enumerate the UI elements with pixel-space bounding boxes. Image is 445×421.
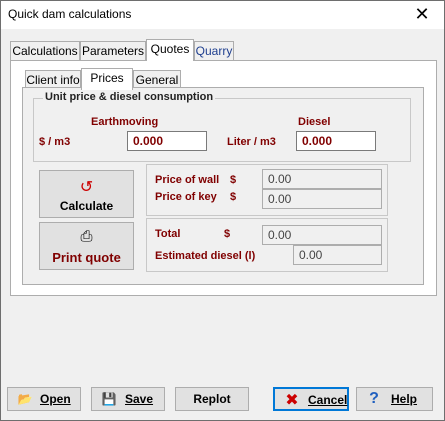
tab-parameters[interactable]: Parameters — [80, 41, 146, 60]
tab-quotes[interactable]: Quotes — [146, 39, 194, 61]
price-of-key-currency: $ — [230, 191, 237, 203]
price-of-wall-value: 0.00 — [262, 169, 382, 189]
prices-panel: Unit price & diesel consumption Earthmov… — [22, 87, 424, 285]
total-value: 0.00 — [262, 225, 382, 245]
window-title: Quick dam calculations — [8, 7, 132, 21]
diesel-unit-label: Liter / m3 — [227, 136, 276, 148]
help-button[interactable]: ? Help — [356, 387, 433, 411]
save-label: Save — [125, 392, 154, 406]
tab-calculations[interactable]: Calculations — [10, 41, 80, 60]
open-label: Open — [40, 392, 71, 406]
unit-price-group-title: Unit price & diesel consumption — [43, 91, 216, 103]
print-quote-button[interactable]: ⎙ Print quote — [39, 222, 134, 270]
cancel-button[interactable]: ✖ Cancel — [273, 387, 349, 411]
calculate-button[interactable]: ↺ Calculate — [39, 170, 134, 218]
earthmoving-price-input[interactable]: 0.000 — [127, 131, 207, 151]
tab-quarry[interactable]: Quarry — [194, 41, 234, 60]
diesel-header: Diesel — [298, 116, 331, 128]
open-button[interactable]: 📂 Open — [7, 387, 81, 411]
help-question-icon: ? — [369, 390, 379, 407]
close-icon[interactable]: ✕ — [400, 1, 444, 29]
folder-open-icon: 📂 — [17, 392, 33, 406]
total-results-box: Total $ 0.00 Estimated diesel (l) 0.00 — [146, 218, 388, 272]
title-bar: Quick dam calculations ✕ — [1, 1, 444, 29]
cancel-label: Cancel — [308, 393, 348, 407]
save-button[interactable]: 💾 Save — [91, 387, 165, 411]
quotes-panel: Client info Prices General Unit price & … — [10, 60, 437, 296]
earthmoving-header: Earthmoving — [91, 116, 159, 128]
dialog-window: Quick dam calculations ✕ Calculations Pa… — [0, 0, 445, 421]
cancel-x-icon: ✖ — [285, 390, 299, 409]
help-label: Help — [391, 392, 418, 406]
unit-price-group: Unit price & diesel consumption Earthmov… — [33, 91, 411, 162]
calculate-label: Calculate — [59, 199, 114, 213]
total-label: Total — [155, 228, 181, 240]
price-of-wall-label: Price of wall — [155, 174, 220, 186]
save-icon: 💾 — [101, 392, 117, 406]
price-of-wall-currency: $ — [230, 174, 237, 186]
print-quote-label: Print quote — [52, 250, 121, 265]
price-of-key-value: 0.00 — [262, 189, 382, 209]
calculate-icon: ↺ — [79, 177, 94, 196]
price-results-box: Price of wall $ 0.00 Price of key $ 0.00 — [146, 164, 388, 216]
total-currency: $ — [224, 228, 231, 240]
estimated-diesel-value: 0.00 — [293, 245, 382, 265]
printer-icon: ⎙ — [80, 227, 93, 245]
price-of-key-label: Price of key — [155, 191, 217, 203]
tab-prices[interactable]: Prices — [81, 68, 133, 90]
earthmoving-unit-label: $ / m3 — [39, 136, 71, 148]
estimated-diesel-label: Estimated diesel (l) — [155, 250, 256, 262]
diesel-consumption-input[interactable]: 0.000 — [296, 131, 376, 151]
replot-label: Replot — [193, 392, 231, 406]
replot-button[interactable]: Replot — [175, 387, 249, 411]
